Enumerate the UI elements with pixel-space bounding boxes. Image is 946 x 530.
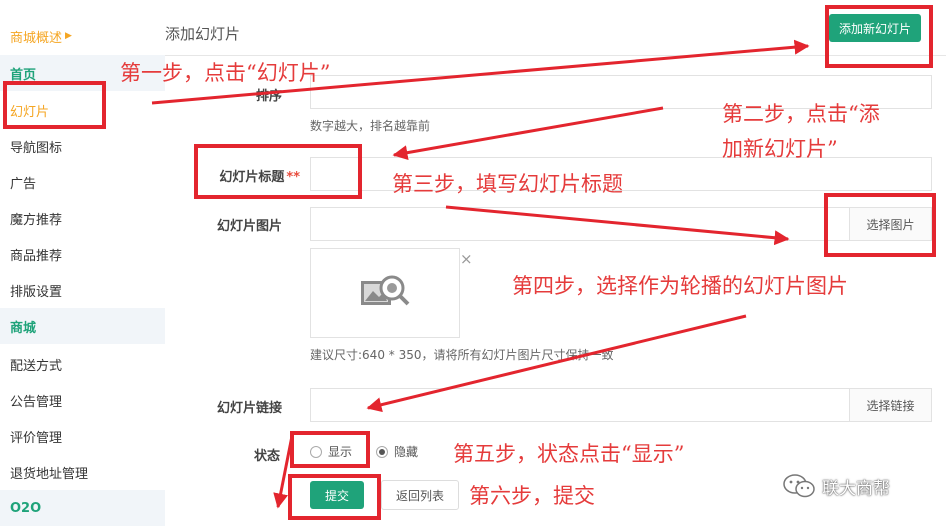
annotation-step1: 第一步，点击“幻灯片” [120,61,331,85]
wechat-icon [783,474,815,498]
annotation-step3: 第三步，填写幻灯片标题 [392,172,623,196]
highlight-select-image [824,193,936,257]
arrow-step2 [392,106,664,161]
annotation-step2-line2: 加新幻灯片” [722,137,838,161]
annotation-step5: 第五步，状态点击“显示” [453,442,685,466]
highlight-title-field [194,144,362,199]
highlight-slides-menu [3,81,106,129]
highlight-add-button [825,5,933,68]
watermark-text: 联大商帮 [822,478,890,499]
highlight-submit [288,474,381,520]
highlight-status-show [290,431,370,468]
watermark: 联大商帮 [782,473,890,499]
arrow-step4 [366,314,747,413]
arrow-step3 [445,205,790,246]
annotation-step2-line1: 第二步，点击“添 [722,102,880,126]
annotation-step6: 第六步，提交 [469,484,595,508]
annotation-step4: 第四步，选择作为轮播的幻灯片图片 [512,274,848,298]
